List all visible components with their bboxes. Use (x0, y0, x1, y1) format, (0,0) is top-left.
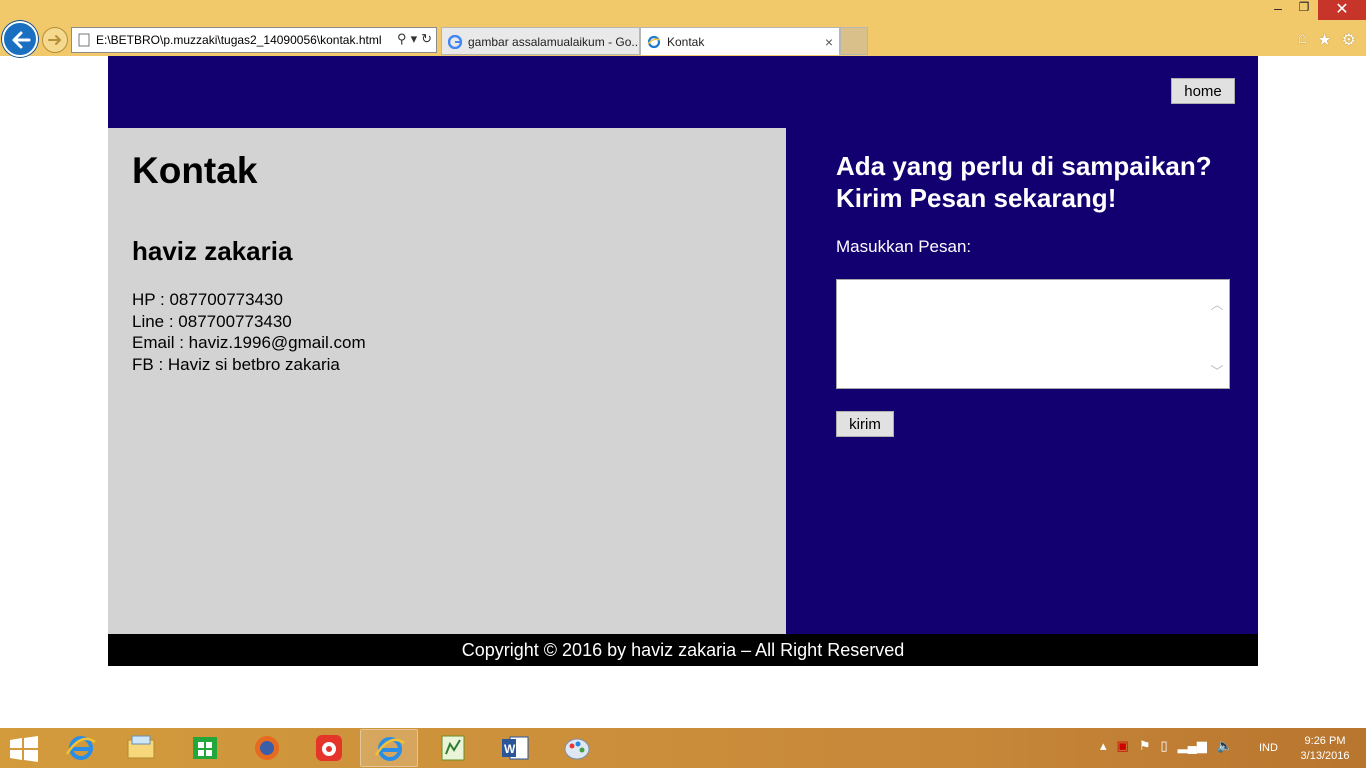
arrow-left-icon (12, 31, 31, 49)
tab-kontak[interactable]: Kontak × (640, 27, 840, 55)
system-clock[interactable]: 9:26 PM 3/13/2016 (1290, 734, 1360, 764)
scroll-up-icon[interactable]: ︿ (1208, 294, 1226, 313)
message-label: Masukkan Pesan: (836, 237, 972, 256)
contact-line: Line : 087700773430 (132, 311, 292, 331)
contact-phone: HP : 087700773430 (132, 290, 283, 309)
close-window-button[interactable]: ✕ (1318, 0, 1366, 20)
star-icon[interactable]: ★ (1317, 30, 1331, 50)
textarea-scrollbar[interactable]: ︿ ﹀ (1208, 294, 1226, 394)
word-icon: W (502, 736, 529, 760)
scroll-down-icon[interactable]: ﹀ (1208, 361, 1226, 380)
document-icon (78, 33, 90, 47)
minimize-button[interactable]: ‒ (1266, 0, 1290, 18)
firefox-icon (255, 736, 279, 760)
message-heading: Ada yang perlu di sampaikan? Kirim Pesan… (836, 151, 1212, 213)
contact-panel: Kontak haviz zakaria HP : 087700773430 L… (108, 128, 786, 634)
home-button[interactable]: home (1171, 78, 1235, 104)
taskbar-app-red[interactable] (300, 729, 358, 767)
show-hidden-icons-icon[interactable]: ▴ (1100, 738, 1107, 754)
taskbar-word[interactable]: W (486, 729, 544, 767)
internet-explorer-icon (647, 35, 661, 49)
site-header: home (108, 56, 1258, 128)
site-footer: Copyright © 2016 by haviz zakaria – All … (108, 634, 1258, 666)
restore-button[interactable]: ❐ (1292, 0, 1316, 18)
arrow-right-icon (48, 35, 62, 45)
internet-explorer-icon (375, 737, 405, 761)
svg-text:W: W (504, 742, 516, 756)
network-icon[interactable]: ▂▄▆ (1178, 738, 1207, 754)
taskbar-file-explorer[interactable] (112, 729, 170, 767)
volume-icon[interactable]: 🔈 (1217, 738, 1233, 754)
clock-date: 3/13/2016 (1300, 750, 1350, 762)
message-textarea[interactable] (836, 279, 1230, 389)
folder-icon (127, 735, 155, 759)
browser-chrome: E:\BETBRO\p.muzzaki\tugas2_14090056\kont… (0, 0, 1366, 57)
new-tab-button[interactable] (840, 27, 868, 55)
contact-name: haviz zakaria (132, 236, 293, 266)
forward-button[interactable] (42, 27, 68, 53)
address-bar[interactable]: E:\BETBRO\p.muzzaki\tugas2_14090056\kont… (71, 27, 437, 53)
adobe-icon[interactable]: ▣ (1117, 738, 1129, 754)
action-center-icon[interactable]: ⚑ (1139, 738, 1151, 754)
taskbar: W ▴ ▣ ⚑ ▯ ▂▄▆ 🔈 IND 9:26 PM 3/13/2016 (0, 728, 1366, 768)
address-url[interactable]: E:\BETBRO\p.muzzaki\tugas2_14090056\kont… (96, 33, 382, 47)
dropdown-icon[interactable]: ▾ (411, 31, 418, 47)
windows-start-icon[interactable] (8, 736, 40, 762)
notepad-plus-icon (441, 735, 465, 761)
clock-time: 9:26 PM (1304, 735, 1346, 747)
taskbar-paint[interactable] (548, 729, 606, 767)
tab-label: gambar assalamualaikum - Go... (468, 35, 640, 49)
search-icon[interactable]: ⚲ (397, 31, 407, 47)
contact-facebook: FB : Haviz si betbro zakaria (132, 354, 340, 374)
tab-google-search[interactable]: gambar assalamualaikum - Go... (441, 27, 640, 55)
page-title: Kontak (132, 150, 258, 191)
tab-label: Kontak (667, 35, 705, 49)
message-panel: Ada yang perlu di sampaikan? Kirim Pesan… (786, 128, 1258, 634)
web-page: home Kontak haviz zakaria HP : 087700773… (108, 56, 1258, 666)
close-tab-icon[interactable]: × (825, 34, 833, 50)
taskbar-internet-explorer[interactable] (52, 729, 110, 767)
app-red-icon (316, 735, 342, 761)
language-indicator[interactable]: IND (1259, 742, 1278, 754)
send-button[interactable]: kirim (836, 411, 894, 437)
internet-explorer-icon (66, 736, 96, 760)
contact-list: HP : 087700773430 Line : 087700773430 Em… (132, 289, 786, 375)
taskbar-internet-explorer-open[interactable] (360, 729, 418, 767)
taskbar-firefox[interactable] (238, 729, 296, 767)
store-icon (193, 737, 217, 759)
contact-email: Email : haviz.1996@gmail.com (132, 333, 366, 352)
taskbar-notepad-plus[interactable] (424, 729, 482, 767)
power-icon[interactable]: ▯ (1160, 738, 1167, 754)
google-icon (448, 35, 462, 49)
paint-icon (564, 738, 590, 760)
home-icon[interactable]: ⌂ (1298, 30, 1308, 50)
gear-icon[interactable]: ⚙ (1342, 30, 1356, 50)
back-button[interactable] (2, 21, 38, 57)
refresh-icon[interactable]: ↻ (421, 31, 432, 47)
taskbar-store[interactable] (176, 729, 234, 767)
